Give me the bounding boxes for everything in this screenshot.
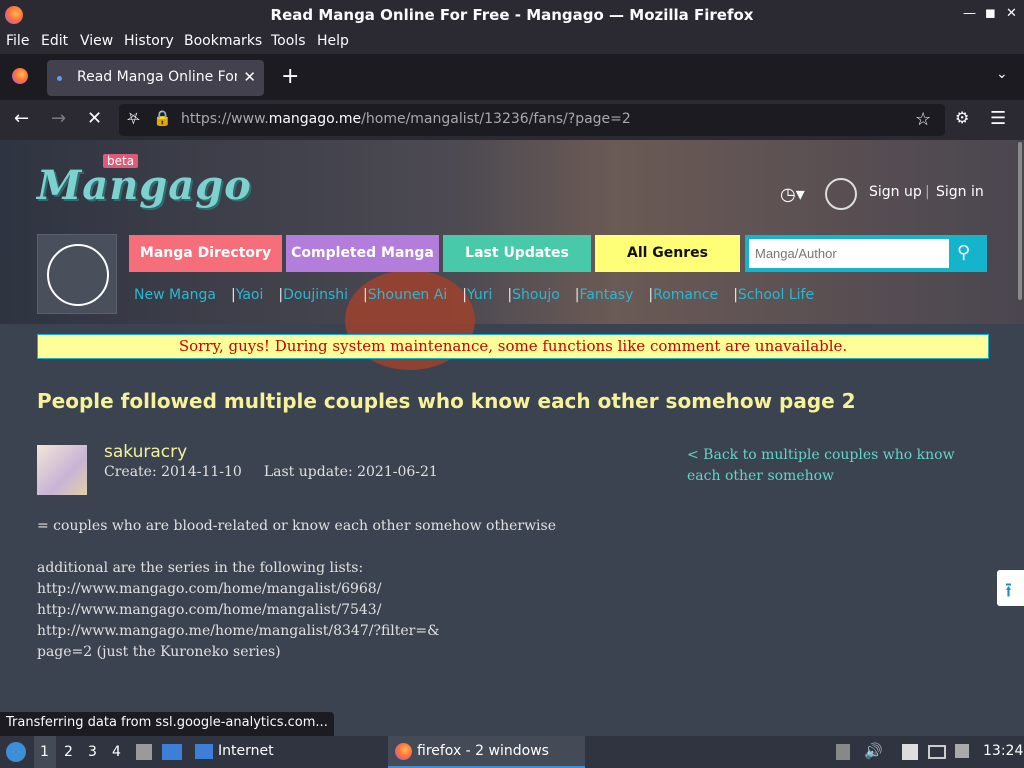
window-title: Read Manga Online For Free - Mangago — M… [270, 6, 754, 24]
home-icon [47, 244, 109, 306]
menu-file[interactable]: File [6, 33, 29, 49]
desktop-icon[interactable] [162, 744, 182, 760]
nav-bar: ← → ✕ ⛧ 🔒 https://www.mangago.me/home/ma… [0, 100, 1024, 140]
site-logo[interactable]: Mangago [37, 162, 252, 209]
url-text[interactable]: https://www.mangago.me/home/mangalist/13… [181, 111, 631, 127]
back-icon[interactable]: ← [14, 108, 29, 129]
workspace-1[interactable]: 1 [40, 744, 49, 760]
firefox-task-icon [395, 743, 412, 760]
workspace-2[interactable]: 2 [64, 744, 73, 760]
firefox-task-label: firefox - 2 windows [417, 743, 549, 759]
minimize-icon[interactable]: — [963, 6, 976, 21]
url-bar[interactable]: ⛧ 🔒 https://www.mangago.me/home/mangalis… [119, 104, 945, 136]
start-menu-icon[interactable] [6, 742, 26, 762]
all-genres-button[interactable]: All Genres [595, 235, 740, 272]
menu-edit[interactable]: Edit [41, 33, 68, 49]
author-name[interactable]: sakuracry [104, 442, 187, 462]
search-input[interactable] [749, 239, 949, 268]
signin-link[interactable]: Sign in [936, 184, 984, 200]
genre-link[interactable]: Fantasy [580, 287, 634, 303]
back-to-top-button[interactable]: ⭱ [997, 570, 1024, 606]
volume-icon[interactable]: 🔊 [864, 742, 883, 760]
genre-link[interactable]: Romance [653, 287, 718, 303]
genre-link[interactable]: Shoujo [512, 287, 560, 303]
close-icon[interactable]: ✕ [1006, 6, 1017, 21]
maintenance-notice: Sorry, guys! During system maintenance, … [37, 334, 989, 359]
genre-link[interactable]: Yaoi [236, 287, 264, 303]
tab-mangago[interactable]: Read Manga Online For Free - Mangago ✕ [47, 60, 264, 96]
genre-link[interactable]: New Manga [134, 287, 216, 303]
taskbar: 1 2 3 4 Internet firefox - 2 windows 🔊 1… [0, 736, 1024, 768]
workspace-3[interactable]: 3 [88, 744, 97, 760]
menu-tools[interactable]: Tools [271, 33, 306, 49]
completed-manga-button[interactable]: Completed Manga [286, 235, 439, 272]
shield-icon[interactable]: ⛧ [127, 109, 140, 129]
file-manager-icon[interactable] [136, 744, 152, 760]
manga-directory-button[interactable]: Manga Directory [129, 235, 282, 272]
menu-help[interactable]: Help [317, 33, 349, 49]
search-box: ⚲ [745, 235, 987, 272]
genre-link[interactable]: School Life [738, 287, 814, 303]
genre-links: New Manga |Yaoi |Doujinshi |Shounen Ai |Yuri… [134, 287, 815, 303]
forward-icon[interactable]: → [51, 108, 66, 129]
tab-list-icon[interactable]: ⌄ [996, 66, 1008, 82]
tab-close-icon[interactable]: ✕ [243, 68, 256, 86]
menu-view[interactable]: View [80, 33, 113, 49]
title-bar: Read Manga Online For Free - Mangago — M… [0, 0, 1024, 29]
search-icon[interactable]: ⚲ [957, 242, 970, 263]
clock: 13:24 [983, 743, 1024, 759]
status-bar: Transferring data from ssl.google-analyt… [0, 712, 334, 736]
scrollbar[interactable] [1018, 142, 1022, 300]
arrow-up-icon: ⭱ [1005, 578, 1012, 602]
menu-bar: File Edit View History Bookmarks Tools H… [0, 29, 1024, 54]
list-description: = couples who are blood-related or know … [37, 518, 556, 660]
stop-icon[interactable]: ✕ [87, 108, 102, 129]
bookmark-star-icon[interactable]: ☆ [915, 109, 931, 130]
extensions-icon[interactable]: ⚙ [955, 108, 969, 127]
loading-icon [57, 76, 62, 81]
menu-bookmarks[interactable]: Bookmarks [184, 33, 262, 49]
user-link-separator: | [925, 184, 930, 200]
last-updates-button[interactable]: Last Updates [443, 235, 591, 272]
history-clock-icon[interactable]: ◷▾ [780, 184, 805, 205]
tab-bar: Read Manga Online For Free - Mangago ✕ +… [0, 54, 1024, 100]
network-icon[interactable] [928, 745, 946, 759]
tab-label: Read Manga Online For Free - Mangago [77, 69, 237, 85]
new-tab-icon[interactable]: + [281, 64, 299, 89]
list-dates: Create: 2014-11-10 Last update: 2021-06-2… [104, 464, 438, 480]
genre-link[interactable]: Yuri [467, 287, 492, 303]
site-header: beta Mangago ◷▾ Sign up | Sign in Manga … [0, 140, 1024, 370]
home-button[interactable] [37, 234, 117, 314]
update-icon[interactable] [955, 744, 969, 758]
user-avatar-icon[interactable] [825, 178, 857, 210]
folder-icon[interactable] [195, 744, 213, 759]
avatar[interactable] [37, 445, 87, 495]
back-link[interactable]: < Back to multiple couples who know each… [687, 445, 972, 487]
genre-link[interactable]: Shounen Ai [368, 287, 447, 303]
menu-history[interactable]: History [124, 33, 174, 49]
clipboard-icon[interactable] [902, 744, 918, 760]
firefox-view-icon[interactable] [12, 68, 28, 84]
signup-link[interactable]: Sign up [869, 184, 922, 200]
web-page: beta Mangago ◷▾ Sign up | Sign in Manga … [0, 140, 1024, 736]
hamburger-menu-icon[interactable]: ☰ [990, 108, 1006, 129]
restore-icon[interactable]: ◼ [985, 6, 996, 21]
genre-link[interactable]: Doujinshi [283, 287, 348, 303]
workspace-4[interactable]: 4 [112, 744, 121, 760]
internet-task[interactable]: Internet [218, 743, 274, 759]
tray-icon[interactable] [836, 744, 850, 760]
lock-icon[interactable]: 🔒 [153, 109, 172, 127]
page-title: People followed multiple couples who kno… [37, 389, 856, 413]
